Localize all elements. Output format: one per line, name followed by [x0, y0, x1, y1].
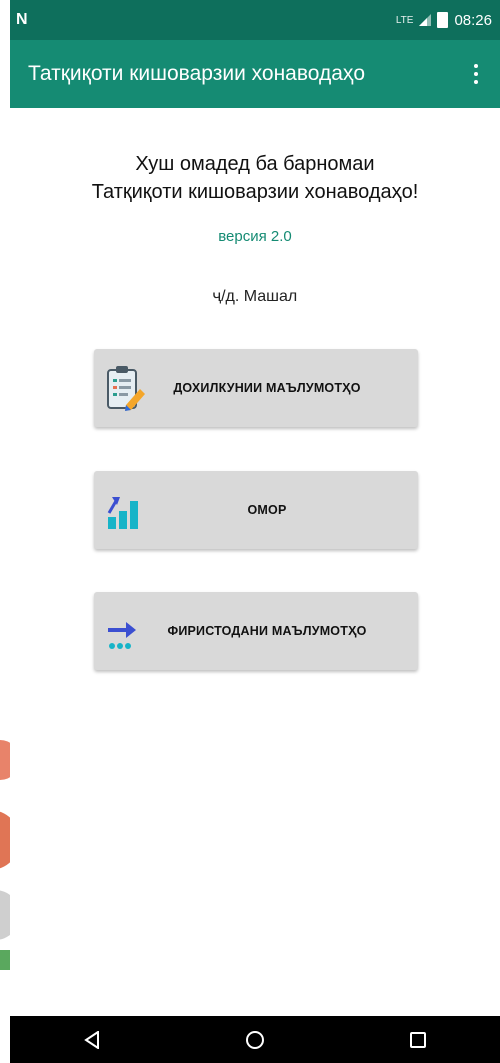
app-bar: Татқиқоти кишоварзии хонаводаҳо: [10, 40, 500, 108]
send-data-icon: [108, 622, 136, 649]
welcome-line-2: Татқиқоти кишоварзии хонаводаҳо!: [91, 181, 419, 203]
recents-square-icon[interactable]: [388, 1020, 448, 1060]
home-circle-icon[interactable]: [225, 1020, 285, 1060]
data-entry-button[interactable]: ДОХИЛКУНИИ МАЪЛУМОТҲО: [94, 349, 418, 427]
clock: 08:26: [454, 11, 492, 29]
network-icon: LTE: [395, 14, 414, 26]
system-nav-bar: [10, 1016, 500, 1063]
statistics-button[interactable]: ОМОР: [94, 471, 418, 549]
version-label: версия 2.0: [218, 228, 292, 245]
bar-chart-icon: [107, 497, 138, 529]
phone-screen: N LTE 08:26 Татқиқоти кишоварзии хонавод…: [10, 0, 500, 1063]
clipboard-pencil-icon: [107, 366, 145, 411]
signal-icon: [419, 14, 432, 26]
welcome-line-1: Хуш омадед ба барномаи: [135, 153, 375, 175]
send-data-button[interactable]: ФИРИСТОДАНИ МАЪЛУМОТҲО: [94, 592, 418, 670]
status-indicators: LTE 08:26: [396, 12, 500, 29]
welcome-message: Хуш омадед ба барномаи Татқиқоти кишовар…: [10, 150, 500, 206]
back-triangle-icon[interactable]: [62, 1020, 122, 1060]
app-title: Татқиқоти кишоварзии хонаводаҳо: [28, 62, 366, 85]
battery-icon: [437, 12, 449, 28]
notification-icon: N: [16, 11, 28, 28]
status-bar: N LTE 08:26: [10, 0, 500, 40]
more-vert-icon[interactable]: [456, 49, 496, 99]
author-label: ҷ/д. Машал: [212, 288, 298, 305]
